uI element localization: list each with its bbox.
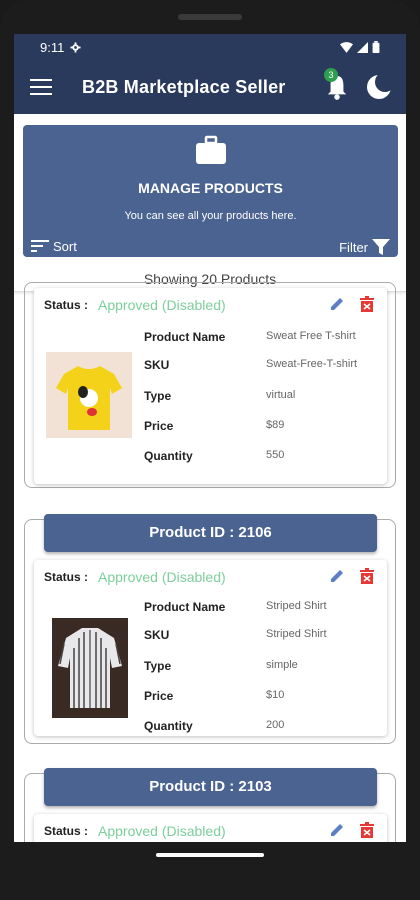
field-label: Product Name bbox=[144, 600, 226, 614]
delete-trash-icon[interactable] bbox=[360, 568, 374, 584]
status-label: Status : bbox=[44, 570, 89, 584]
banner-title: MANAGE PRODUCTS bbox=[138, 180, 283, 196]
product-image-striped-shirt bbox=[52, 618, 128, 718]
product-image-yellow-tshirt bbox=[46, 352, 132, 438]
edit-pencil-icon[interactable] bbox=[329, 568, 345, 584]
sku-value: Striped Shirt bbox=[266, 628, 327, 640]
field-label: Quantity bbox=[144, 719, 193, 733]
system-navigation-bar bbox=[0, 842, 420, 900]
field-label: Price bbox=[144, 419, 174, 433]
type-value: simple bbox=[266, 659, 298, 671]
field-label: Product Name bbox=[144, 330, 226, 344]
screen: 9:11 B2B Marketplace Seller 3 MANAGE PRO… bbox=[14, 34, 406, 842]
delete-trash-icon[interactable] bbox=[360, 296, 374, 312]
product-card[interactable]: Status : Approved (Disabled) Product Nam… bbox=[34, 288, 387, 484]
type-value: virtual bbox=[266, 389, 296, 401]
speaker-grille bbox=[178, 14, 242, 20]
sort-label: Sort bbox=[53, 239, 77, 254]
field-label: Type bbox=[144, 659, 172, 673]
status-time: 9:11 bbox=[40, 39, 65, 55]
product-name-value: Sweat Free T-shirt bbox=[266, 330, 356, 342]
field-label: Quantity bbox=[144, 449, 193, 463]
sort-button[interactable]: Sort bbox=[31, 239, 77, 254]
filter-button[interactable]: Filter bbox=[339, 238, 390, 256]
product-card[interactable]: Status : Approved (Disabled) bbox=[34, 814, 387, 842]
product-name-value: Striped Shirt bbox=[266, 600, 327, 612]
hamburger-menu-icon[interactable] bbox=[30, 79, 52, 95]
edit-pencil-icon[interactable] bbox=[329, 296, 345, 312]
field-label: SKU bbox=[144, 628, 170, 642]
manage-products-banner: MANAGE PRODUCTS You can see all your pro… bbox=[23, 125, 398, 257]
sort-icon bbox=[31, 240, 49, 252]
status-value: Approved (Disabled) bbox=[98, 569, 226, 585]
status-label: Status : bbox=[44, 298, 89, 312]
phone-frame: 9:11 B2B Marketplace Seller 3 MANAGE PRO… bbox=[0, 0, 420, 900]
status-value: Approved (Disabled) bbox=[98, 823, 226, 839]
wifi-icon bbox=[340, 41, 353, 53]
field-label: Type bbox=[144, 389, 172, 403]
sku-value: Sweat-Free-T-shirt bbox=[266, 358, 358, 370]
content-area: MANAGE PRODUCTS You can see all your pro… bbox=[14, 114, 406, 842]
product-card[interactable]: Status : Approved (Disabled) bbox=[34, 560, 387, 736]
field-label: SKU bbox=[144, 358, 170, 372]
status-label: Status : bbox=[44, 824, 89, 838]
app-title: B2B Marketplace Seller bbox=[82, 76, 286, 97]
price-value: $89 bbox=[266, 419, 285, 431]
settings-gear-icon bbox=[70, 41, 81, 53]
briefcase-icon bbox=[196, 135, 226, 164]
product-id-header: Product ID : 2106 bbox=[44, 514, 377, 552]
quantity-value: 550 bbox=[266, 449, 285, 461]
app-bar: B2B Marketplace Seller 3 bbox=[14, 60, 406, 114]
edit-pencil-icon[interactable] bbox=[329, 822, 345, 838]
price-value: $10 bbox=[266, 689, 285, 701]
battery-icon bbox=[372, 41, 380, 53]
filter-funnel-icon bbox=[372, 239, 390, 255]
signal-icon bbox=[357, 41, 368, 53]
status-value: Approved (Disabled) bbox=[98, 297, 226, 313]
banner-subtitle: You can see all your products here. bbox=[124, 210, 297, 222]
quantity-value: 200 bbox=[266, 719, 285, 731]
delete-trash-icon[interactable] bbox=[360, 822, 374, 838]
field-label: Price bbox=[144, 689, 174, 703]
dark-mode-moon-icon[interactable] bbox=[366, 74, 392, 100]
product-id-header: Product ID : 2103 bbox=[44, 768, 377, 806]
notification-badge: 3 bbox=[324, 68, 338, 82]
home-indicator[interactable] bbox=[156, 853, 264, 857]
filter-label: Filter bbox=[339, 239, 368, 255]
status-bar: 9:11 bbox=[14, 34, 406, 60]
